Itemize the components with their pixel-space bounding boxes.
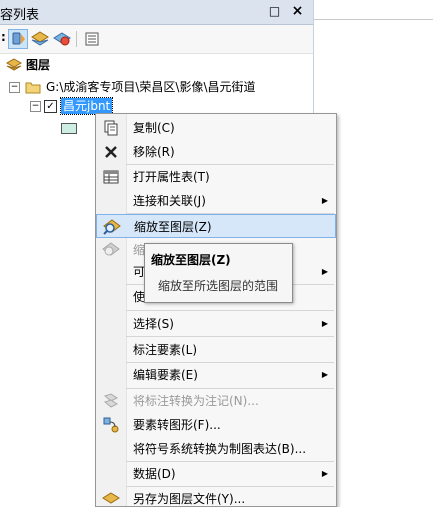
- zoom-to-layer-tooltip: 缩放至图层(Z) 缩放至所选图层的范围: [144, 243, 293, 303]
- menu-item-label: 选择(S): [133, 317, 174, 331]
- tree-folder-row[interactable]: − G:\成渝客专项目\荣昌区\影像\昌元街道: [0, 78, 313, 96]
- menu-item-label: 另存为图层文件(Y)...: [133, 492, 246, 506]
- menu-item-label: 将标注转换为注记(N)...: [133, 394, 259, 408]
- menu-item-label: 打开属性表(T): [133, 170, 210, 184]
- tooltip-description: 缩放至所选图层的范围: [158, 279, 279, 293]
- list-by-drawing-order-icon: [12, 32, 25, 45]
- submenu-arrow-icon: ▶: [321, 469, 328, 478]
- menu-item-save-as-layer-file[interactable]: 另存为图层文件(Y)...: [96, 487, 336, 506]
- features-to-graphics-icon: [103, 417, 119, 433]
- submenu-arrow-icon: ▶: [321, 267, 328, 276]
- copy-icon: [104, 120, 118, 136]
- auto-hide-button[interactable]: □: [268, 5, 281, 18]
- save-layer-file-icon: [102, 492, 120, 504]
- options-icon: [85, 32, 99, 46]
- map-view-edge: [314, 0, 433, 20]
- menu-item-open-attribute-table[interactable]: 打开属性表(T): [96, 165, 336, 189]
- folder-collapse-toggle[interactable]: −: [9, 82, 20, 93]
- tree-root-label: 图层: [26, 58, 51, 72]
- menu-item-data[interactable]: 数据(D) ▶: [96, 462, 336, 486]
- zoom-to-layer-icon: [103, 219, 121, 235]
- layer-context-menu: 复制(C) 移除(R) 打开属性表(T) 连接和关联(J) ▶ 缩放至图层(Z): [95, 113, 337, 507]
- layer-visibility-checkbox[interactable]: ✓: [44, 100, 57, 113]
- menu-item-joins-relates[interactable]: 连接和关联(J) ▶: [96, 189, 336, 213]
- menu-item-label: 缩放至图层(Z): [134, 220, 212, 234]
- menu-item-label: 编辑要素(E): [133, 368, 198, 382]
- menu-item-label-features[interactable]: 标注要素(L): [96, 338, 336, 362]
- menu-separator: [126, 310, 334, 311]
- menu-item-label: 复制(C): [133, 121, 175, 135]
- tooltip-title: 缩放至图层(Z): [151, 253, 231, 267]
- layer-symbol-swatch[interactable]: [61, 123, 77, 134]
- menu-item-label: 标注要素(L): [133, 343, 198, 357]
- list-by-drawing-order-button[interactable]: [8, 29, 28, 49]
- list-by-source-icon: [31, 31, 49, 46]
- menu-item-edit-features[interactable]: 编辑要素(E) ▶: [96, 363, 336, 387]
- pin-icon: □: [268, 4, 281, 18]
- menu-item-convert-labels-to-annotation[interactable]: 将标注转换为注记(N)...: [96, 389, 336, 413]
- menu-item-label: 数据(D): [133, 467, 176, 481]
- toolbar-overflow: :: [1, 30, 6, 44]
- table-icon: [103, 170, 119, 184]
- menu-item-selection[interactable]: 选择(S) ▶: [96, 312, 336, 336]
- panel-title-bar: 容列表 □ ×: [0, 0, 313, 25]
- menu-separator: [126, 336, 334, 337]
- list-by-visibility-button[interactable]: [52, 29, 72, 49]
- close-button[interactable]: ×: [291, 3, 304, 19]
- zoom-visible-icon: [102, 242, 120, 256]
- convert-labels-icon: [103, 393, 118, 408]
- panel-title: 容列表: [0, 8, 40, 23]
- toc-toolbar: :: [0, 25, 313, 54]
- menu-item-label: 将符号系统转换为制图表达(B)...: [133, 442, 307, 456]
- menu-item-label: 要素转图形(F)...: [133, 418, 221, 432]
- list-by-source-button[interactable]: [30, 29, 50, 49]
- menu-item-remove[interactable]: 移除(R): [96, 140, 336, 164]
- list-by-visibility-icon: [53, 32, 71, 46]
- menu-item-convert-symbology[interactable]: 将符号系统转换为制图表达(B)...: [96, 437, 336, 461]
- menu-item-features-to-graphics[interactable]: 要素转图形(F)...: [96, 413, 336, 437]
- layer-collapse-toggle[interactable]: −: [30, 101, 41, 112]
- folder-path-label: G:\成渝客专项目\荣昌区\影像\昌元街道: [46, 80, 256, 94]
- toolbar-separator: [76, 31, 77, 47]
- menu-item-copy[interactable]: 复制(C): [96, 116, 336, 140]
- folder-icon: [25, 82, 41, 94]
- menu-item-zoom-to-layer[interactable]: 缩放至图层(Z): [96, 214, 336, 238]
- layers-icon: [6, 58, 22, 71]
- remove-icon: [105, 146, 117, 158]
- layer-name-label: 昌元jbnt: [59, 97, 114, 115]
- menu-item-label: 连接和关联(J): [133, 194, 206, 208]
- submenu-arrow-icon: ▶: [321, 370, 328, 379]
- submenu-arrow-icon: ▶: [321, 196, 328, 205]
- close-icon: ×: [291, 3, 304, 19]
- menu-item-label: 移除(R): [133, 145, 175, 159]
- submenu-arrow-icon: ▶: [321, 319, 328, 328]
- options-button[interactable]: [82, 29, 102, 49]
